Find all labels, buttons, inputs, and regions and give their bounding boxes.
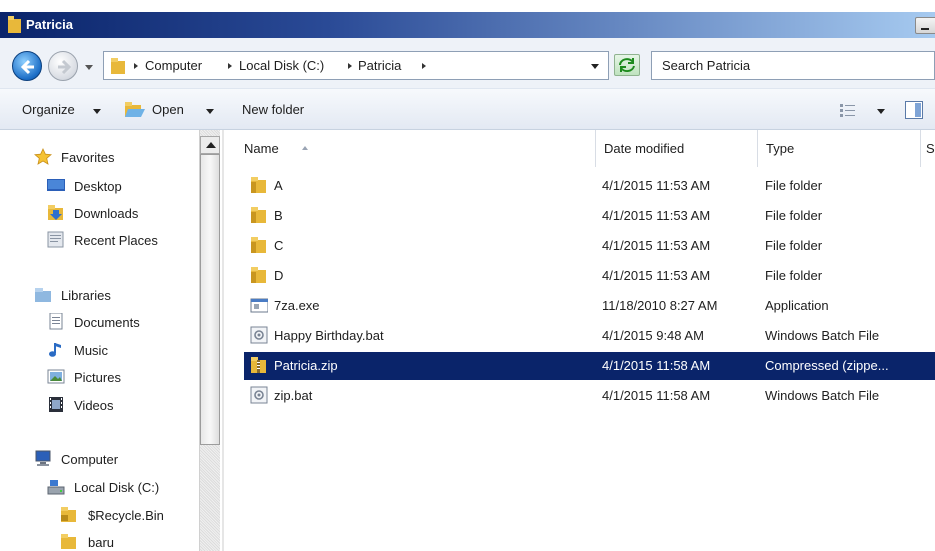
new-folder-button[interactable]: New folder <box>242 102 304 117</box>
scroll-up-button[interactable] <box>200 136 220 154</box>
file-date-modified: 4/1/2015 11:53 AM <box>602 178 711 193</box>
refresh-button[interactable] <box>614 54 640 76</box>
file-row[interactable]: Happy Birthday.bat 4/1/2015 9:48 AM Window… <box>244 322 935 350</box>
file-date-modified: 4/1/2015 11:53 AM <box>602 238 711 253</box>
file-name: D <box>274 268 284 283</box>
forward-button[interactable] <box>48 51 78 81</box>
column-type[interactable]: Type <box>758 130 921 167</box>
navigation-pane: Favorites Desktop Downloads Recent Place… <box>0 130 222 551</box>
search-box[interactable] <box>651 51 935 80</box>
breadcrumb-arrow-icon[interactable] <box>348 63 352 69</box>
breadcrumb-computer[interactable]: Computer <box>145 58 202 73</box>
recent-places-icon <box>47 231 64 248</box>
folder-icon <box>61 534 76 549</box>
command-bar: Organize Open New folder <box>0 88 935 130</box>
file-type: Compressed (zippe... <box>765 358 889 373</box>
file-type: Application <box>765 298 829 313</box>
breadcrumb-arrow-icon[interactable] <box>422 63 426 69</box>
file-row[interactable]: Patricia.zip 4/1/2015 11:58 AM Compressed … <box>244 352 935 380</box>
desktop-icon <box>47 179 65 191</box>
search-input[interactable] <box>652 52 934 79</box>
view-options-icon[interactable] <box>840 103 856 117</box>
pictures-icon <box>47 369 65 384</box>
title-bar[interactable]: Patricia <box>0 12 935 38</box>
file-date-modified: 11/18/2010 8:27 AM <box>602 298 718 313</box>
file-type: File folder <box>765 238 823 253</box>
refresh-icon <box>619 58 635 72</box>
forward-arrow-icon <box>58 59 72 75</box>
minimize-button[interactable] <box>915 17 935 34</box>
address-bar[interactable]: Computer Local Disk (C:) Patricia <box>103 51 609 80</box>
file-date-modified: 4/1/2015 11:53 AM <box>602 268 711 283</box>
zip-folder-icon <box>251 357 266 373</box>
downloads-folder-icon <box>48 205 63 220</box>
file-date-modified: 4/1/2015 9:48 AM <box>602 328 704 343</box>
file-name: C <box>274 238 284 253</box>
organize-button[interactable]: Organize <box>22 102 75 117</box>
local-disk-icon <box>47 480 65 495</box>
computer-icon <box>35 450 51 466</box>
scrollbar-thumb[interactable] <box>200 154 220 445</box>
breadcrumb-patricia[interactable]: Patricia <box>358 58 401 73</box>
folder-icon <box>251 267 266 283</box>
file-row[interactable]: B 4/1/2015 11:53 AM File folder <box>244 202 935 230</box>
application-icon <box>250 298 268 313</box>
file-row[interactable]: 7za.exe 11/18/2010 8:27 AM Application <box>244 292 935 320</box>
file-row[interactable]: zip.bat 4/1/2015 11:58 AM Windows Batch Fi… <box>244 382 935 410</box>
file-date-modified: 4/1/2015 11:58 AM <box>602 358 711 373</box>
breadcrumb-local-disk[interactable]: Local Disk (C:) <box>239 58 324 73</box>
file-name: Patricia.zip <box>274 358 338 373</box>
preview-pane-icon[interactable] <box>905 101 923 119</box>
file-type: File folder <box>765 178 823 193</box>
breadcrumb-arrow-icon[interactable] <box>134 63 138 69</box>
folder-icon <box>251 237 266 253</box>
libraries-icon <box>35 288 51 302</box>
column-header: Name Date modified Type S <box>224 130 935 167</box>
music-icon <box>49 343 61 357</box>
recent-pages-dropdown-icon[interactable] <box>82 60 96 74</box>
column-name[interactable]: Name <box>236 130 596 167</box>
window-title: Patricia <box>26 17 73 32</box>
folder-icon <box>8 16 21 33</box>
folder-icon <box>111 58 125 74</box>
file-type: Windows Batch File <box>765 328 880 343</box>
view-dropdown-icon[interactable] <box>877 109 885 114</box>
file-name: Happy Birthday.bat <box>274 328 384 343</box>
open-folder-icon <box>125 102 145 117</box>
address-row: Computer Local Disk (C:) Patricia <box>0 38 935 88</box>
file-name: zip.bat <box>274 388 313 403</box>
file-date-modified: 4/1/2015 11:58 AM <box>602 388 711 403</box>
address-history-dropdown[interactable] <box>591 64 599 69</box>
open-button[interactable]: Open <box>152 102 184 117</box>
file-name: 7za.exe <box>274 298 320 313</box>
back-arrow-icon <box>20 59 34 75</box>
breadcrumb-arrow-icon[interactable] <box>228 63 232 69</box>
documents-icon <box>49 313 63 330</box>
file-date-modified: 4/1/2015 11:53 AM <box>602 208 711 223</box>
navigation-scrollbar[interactable] <box>199 130 220 551</box>
locked-folder-icon <box>61 507 76 522</box>
folder-icon <box>251 177 266 193</box>
batch-file-icon <box>250 326 268 344</box>
folder-icon <box>251 207 266 223</box>
file-row[interactable]: A 4/1/2015 11:53 AM File folder <box>244 172 935 200</box>
open-dropdown-icon[interactable] <box>206 109 214 114</box>
star-icon <box>34 148 52 165</box>
organize-dropdown-icon[interactable] <box>93 109 101 114</box>
file-row[interactable]: C 4/1/2015 11:53 AM File folder <box>244 232 935 260</box>
column-date-modified[interactable]: Date modified <box>596 130 758 167</box>
file-type: File folder <box>765 208 823 223</box>
column-size[interactable]: S <box>921 130 935 167</box>
videos-icon <box>49 397 63 412</box>
file-name: A <box>274 178 283 193</box>
file-row[interactable]: D 4/1/2015 11:53 AM File folder <box>244 262 935 290</box>
batch-file-icon <box>250 386 268 404</box>
file-list: Name Date modified Type S A 4/1/2015 11:5… <box>224 130 935 551</box>
file-type: Windows Batch File <box>765 388 880 403</box>
back-button[interactable] <box>12 51 42 81</box>
file-type: File folder <box>765 268 823 283</box>
sort-ascending-icon <box>302 146 308 150</box>
file-name: B <box>274 208 283 223</box>
